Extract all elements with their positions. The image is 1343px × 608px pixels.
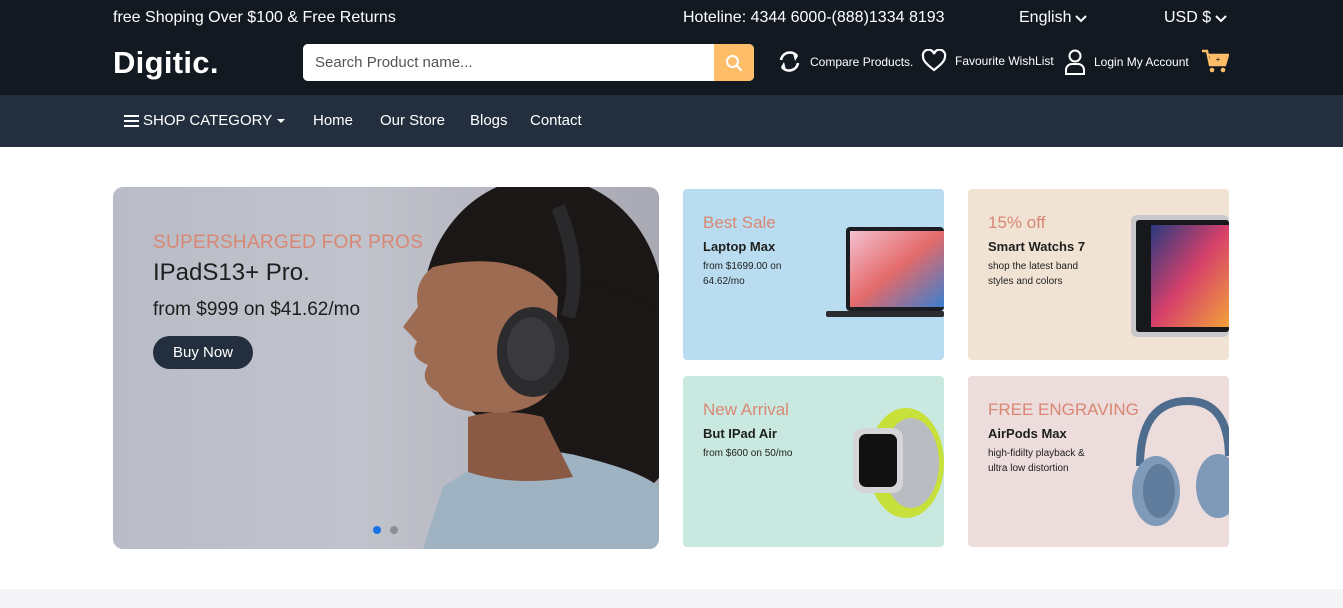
banner-title: Smart Watchs 7 [988, 239, 1086, 254]
headphones-image [1132, 396, 1229, 526]
banner-desc: from $600 on 50/mo [703, 448, 793, 459]
small-banner-ipad-air[interactable]: New Arrival But IPad Air from $600 on 50… [683, 376, 944, 547]
caret-down-icon [277, 118, 286, 123]
cart-link[interactable]: + [1201, 48, 1229, 74]
banner-eyebrow: Best Sale [703, 213, 776, 232]
nav-home[interactable]: Home [313, 112, 353, 129]
nav-contact[interactable]: Contact [530, 112, 582, 129]
buy-now-button[interactable]: Buy Now [153, 336, 253, 369]
search-input[interactable] [303, 44, 714, 81]
account-label: Login My Account [1094, 55, 1189, 69]
chevron-down-icon [1215, 15, 1227, 23]
banner-title: But IPad Air [703, 426, 777, 441]
user-icon [1065, 49, 1085, 75]
shop-category-dropdown[interactable]: SHOP CATEGORY [124, 112, 286, 129]
banner-eyebrow: 15% off [988, 213, 1046, 232]
laptop-image [826, 227, 944, 317]
compare-products-link[interactable]: Compare Products. [777, 49, 913, 74]
main-banner: SUPERSHARGED FOR PROS IPadS13+ Pro. from… [113, 187, 659, 549]
banner-eyebrow: SUPERSHARGED FOR PROS [153, 232, 424, 253]
currency-select[interactable]: USD $ [1164, 9, 1227, 27]
menu-icon [124, 114, 139, 127]
site-logo[interactable]: Digitic. [113, 45, 219, 81]
shop-category-label: SHOP CATEGORY [143, 112, 273, 129]
banner-desc: shop the latest band styles and colors [988, 261, 1079, 287]
banner-subtitle: from $999 on $41.62/mo [153, 299, 361, 320]
section-divider [0, 589, 1343, 608]
language-select[interactable]: English [1019, 9, 1088, 27]
watch-image [853, 408, 944, 518]
small-banner-laptop[interactable]: Best Sale Laptop Max from $1699.00 on 64… [683, 189, 944, 360]
wishlist-link[interactable]: Favourite WishList [921, 49, 1054, 73]
carousel-dot[interactable] [390, 526, 398, 534]
nav-our-store[interactable]: Our Store [380, 112, 445, 129]
chevron-down-icon [1075, 15, 1088, 23]
heart-icon [921, 49, 947, 72]
cart-icon: + [1202, 49, 1229, 73]
carousel-dot-active[interactable] [373, 526, 381, 534]
banner-desc: high-fidilty playback & ultra low distor… [988, 448, 1085, 474]
refresh-icon [779, 51, 800, 72]
search-bar [303, 44, 754, 81]
small-banner-smart-watch[interactable]: 15% off Smart Watchs 7 shop the latest b… [968, 189, 1229, 360]
banner-title: Laptop Max [703, 239, 776, 254]
banner-eyebrow: New Arrival [703, 400, 789, 419]
compare-products-label: Compare Products. [810, 54, 914, 69]
search-icon [726, 54, 743, 71]
nav-blogs[interactable]: Blogs [470, 112, 508, 129]
language-label: English [1019, 9, 1072, 26]
hotline-text: Hoteline: 4344 6000-(888)1334 8193 [683, 9, 945, 26]
tablet-image [1131, 215, 1229, 337]
banner-title: AirPods Max [988, 426, 1067, 441]
svg-text:+: + [1216, 55, 1221, 64]
small-banner-airpods-max[interactable]: FREE ENGRAVING AirPods Max high-fidilty … [968, 376, 1229, 547]
currency-label: USD $ [1164, 9, 1212, 26]
banner-eyebrow: FREE ENGRAVING [988, 400, 1139, 419]
account-link[interactable]: Login My Account [1064, 49, 1189, 75]
search-button[interactable] [714, 44, 754, 81]
wishlist-label: Favourite WishList [955, 54, 1054, 68]
banner-desc: from $1699.00 on 64.62/mo [703, 261, 782, 287]
promo-text: free Shoping Over $100 & Free Returns [113, 9, 396, 26]
banner-title: IPadS13+ Pro. [153, 259, 310, 286]
